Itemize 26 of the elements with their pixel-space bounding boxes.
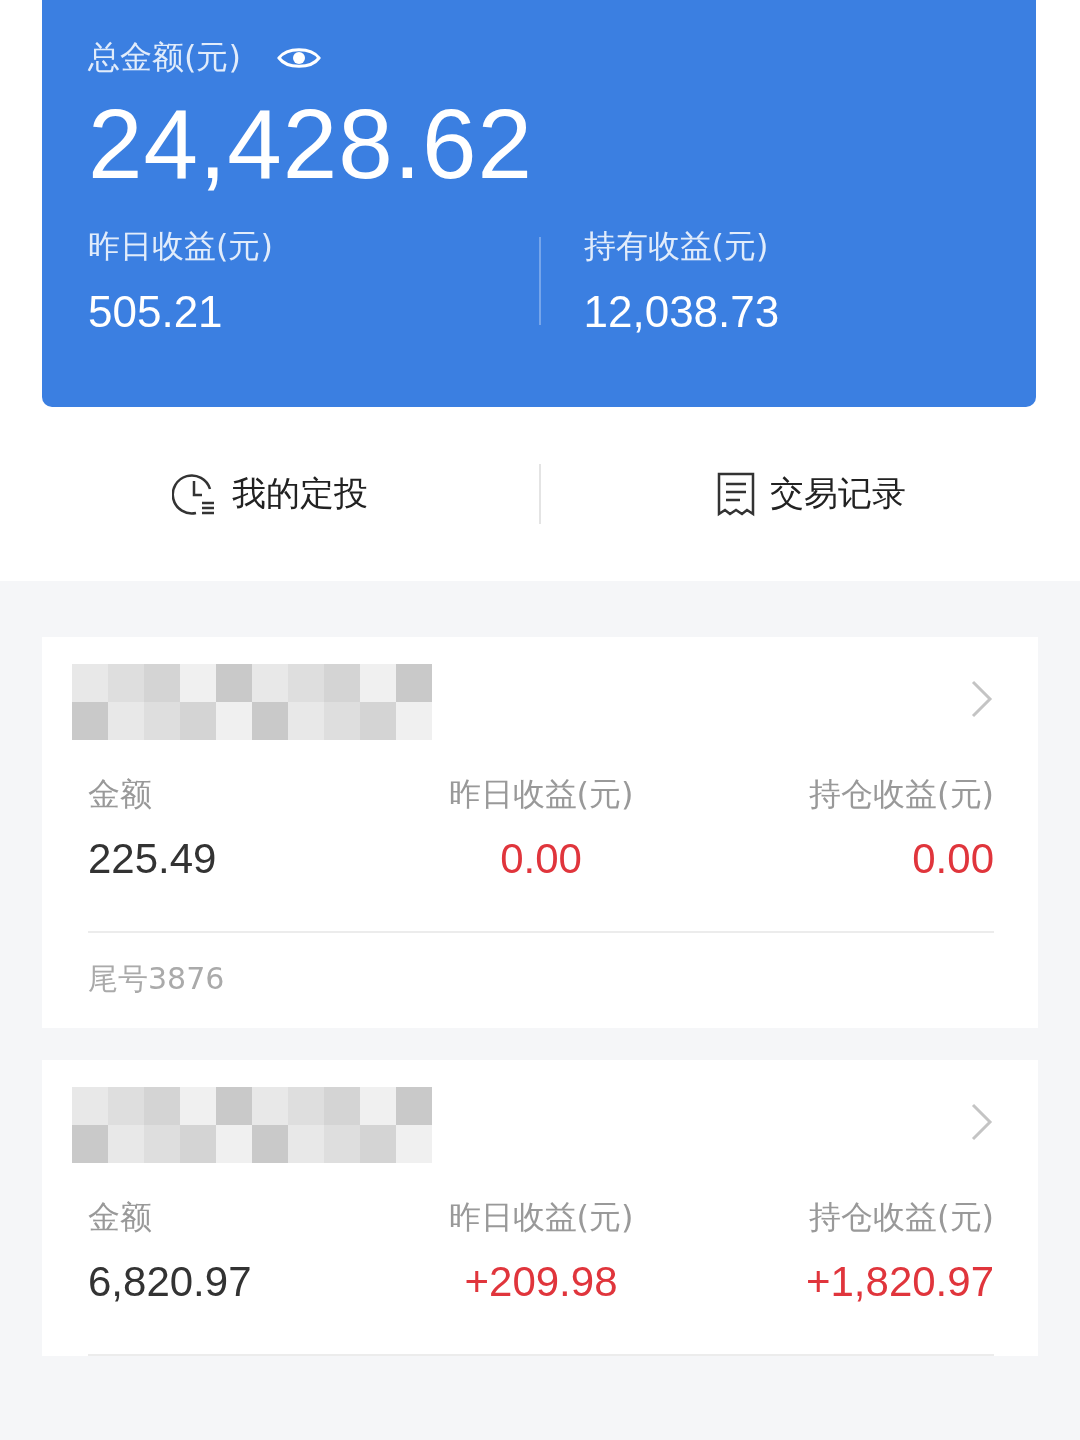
amount-label: 金额 <box>88 1197 152 1238</box>
action-button[interactable]: 交易记录 <box>541 471 1080 517</box>
yesterday-label: 昨日收益(元) <box>448 1197 634 1238</box>
amount-label: 金额 <box>88 774 152 815</box>
holding-label: 持仓收益(元) <box>809 774 994 815</box>
amount-value: 225.49 <box>88 835 217 883</box>
card-tail-number: 尾号3876 <box>88 961 225 996</box>
stat-label: 昨日收益(元) <box>88 226 274 267</box>
holding-value: 0.00 <box>912 835 994 883</box>
chevron-right-icon[interactable] <box>970 679 994 719</box>
fund-card[interactable]: 金额 6,820.97 昨日收益(元) +209.98 持仓收益(元) +1,820.97 <box>42 1060 1038 1356</box>
receipt-icon <box>715 471 756 517</box>
total-amount: 24,428.62 <box>88 88 534 201</box>
yesterday-label: 昨日收益(元) <box>448 774 634 815</box>
total-label: 总金额(元) <box>88 37 241 78</box>
stat-value: 505.21 <box>88 287 224 337</box>
chevron-right-icon[interactable] <box>970 1102 994 1142</box>
holding-value: +1,820.97 <box>806 1258 994 1306</box>
yesterday-value: 0.00 <box>500 835 582 883</box>
yesterday-value: +209.98 <box>464 1258 618 1306</box>
fund-card[interactable]: 金额 225.49 昨日收益(元) 0.00 持仓收益(元) 0.00 尾号3876 <box>42 637 1038 1028</box>
stat-value: 12,038.73 <box>583 287 781 337</box>
stat-label: 持有收益(元) <box>583 226 770 267</box>
holding-label: 持仓收益(元) <box>809 1197 994 1238</box>
action-button[interactable]: 我的定投 <box>0 471 539 517</box>
amount-value: 6,820.97 <box>88 1258 252 1306</box>
